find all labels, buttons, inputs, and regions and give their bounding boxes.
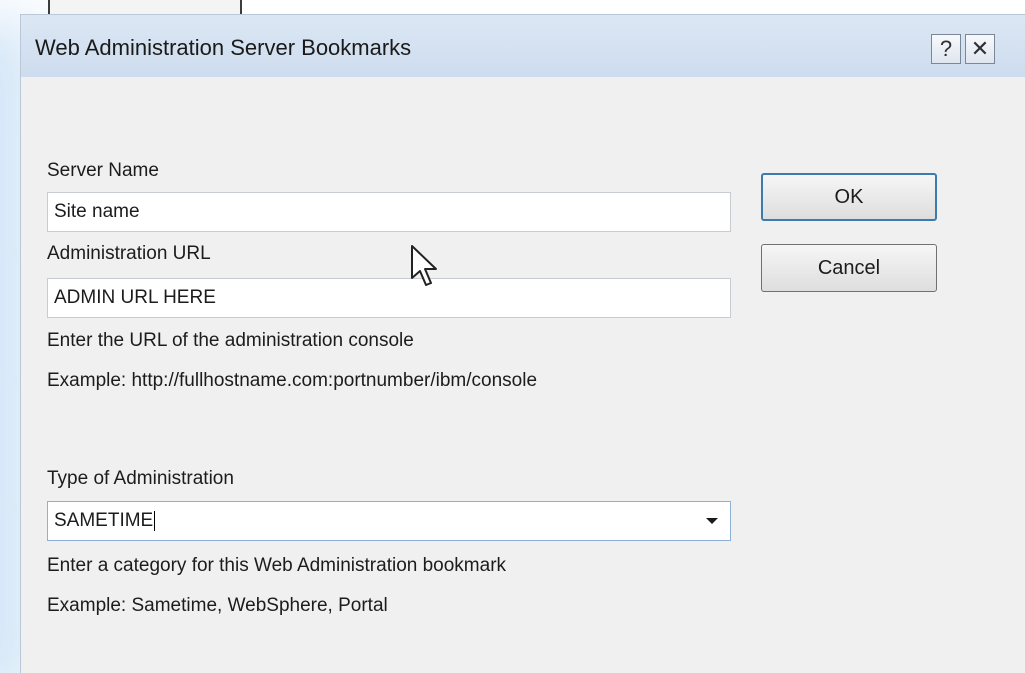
bookmarks-dialog: Web Administration Server Bookmarks ? ✕ … bbox=[20, 14, 1025, 673]
server-name-label: Server Name bbox=[47, 160, 159, 181]
text-caret bbox=[154, 510, 156, 531]
dialog-titlebar: Web Administration Server Bookmarks ? ✕ bbox=[21, 15, 1025, 77]
server-name-value: Site name bbox=[54, 201, 140, 222]
mouse-pointer-icon bbox=[411, 245, 437, 286]
admin-type-combobox[interactable]: SAMETIME bbox=[47, 501, 731, 541]
admin-type-help-text: Enter a category for this Web Administra… bbox=[47, 555, 507, 576]
dialog-title: Web Administration Server Bookmarks bbox=[35, 35, 412, 60]
cancel-button[interactable]: Cancel bbox=[761, 244, 937, 292]
admin-url-label: Administration URL bbox=[47, 243, 211, 264]
admin-type-value: SAMETIME bbox=[54, 510, 154, 531]
ok-button[interactable]: OK bbox=[761, 173, 937, 221]
close-icon: ✕ bbox=[970, 36, 990, 61]
admin-url-example-text: Example: http://fullhostname.com:portnum… bbox=[47, 370, 538, 391]
screen: Web Administration Server Bookmarks ? ✕ … bbox=[0, 0, 1025, 673]
help-icon: ? bbox=[939, 36, 953, 61]
admin-type-example-text: Example: Sametime, WebSphere, Portal bbox=[47, 595, 388, 616]
help-button[interactable]: ? bbox=[931, 34, 961, 64]
close-button[interactable]: ✕ bbox=[965, 34, 995, 64]
admin-url-input[interactable]: ADMIN URL HERE bbox=[47, 278, 731, 318]
admin-url-value: ADMIN URL HERE bbox=[54, 287, 216, 308]
chevron-down-icon[interactable] bbox=[706, 518, 718, 524]
server-name-input[interactable]: Site name bbox=[47, 192, 731, 232]
admin-type-label: Type of Administration bbox=[47, 468, 234, 489]
admin-url-help-text: Enter the URL of the administration cons… bbox=[47, 330, 414, 351]
